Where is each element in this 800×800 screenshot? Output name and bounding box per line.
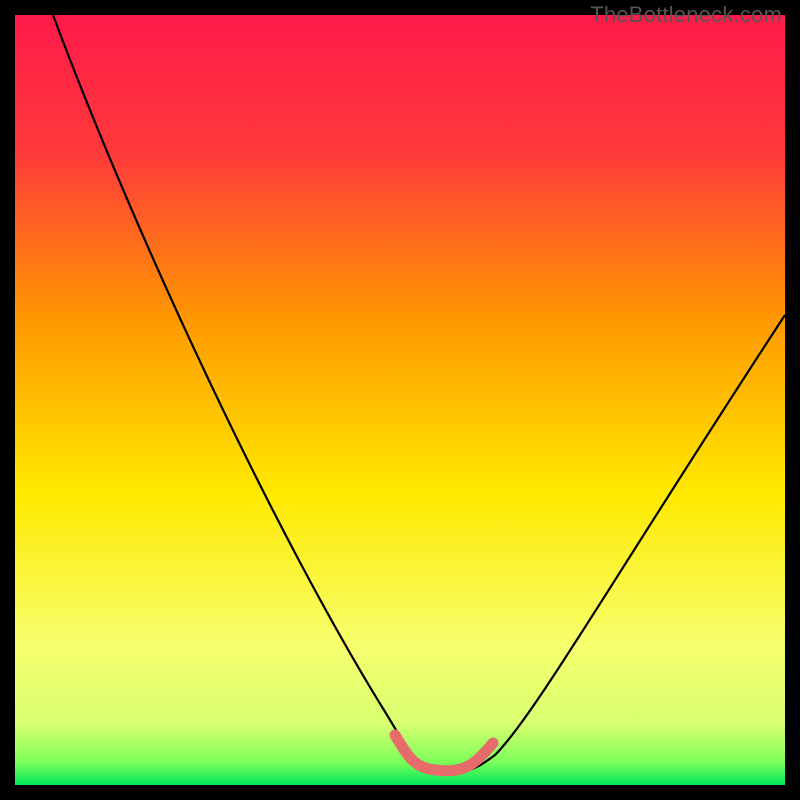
gradient-background	[15, 15, 785, 785]
watermark-text: TheBottleneck.com	[590, 2, 782, 28]
bottleneck-chart	[15, 15, 785, 785]
